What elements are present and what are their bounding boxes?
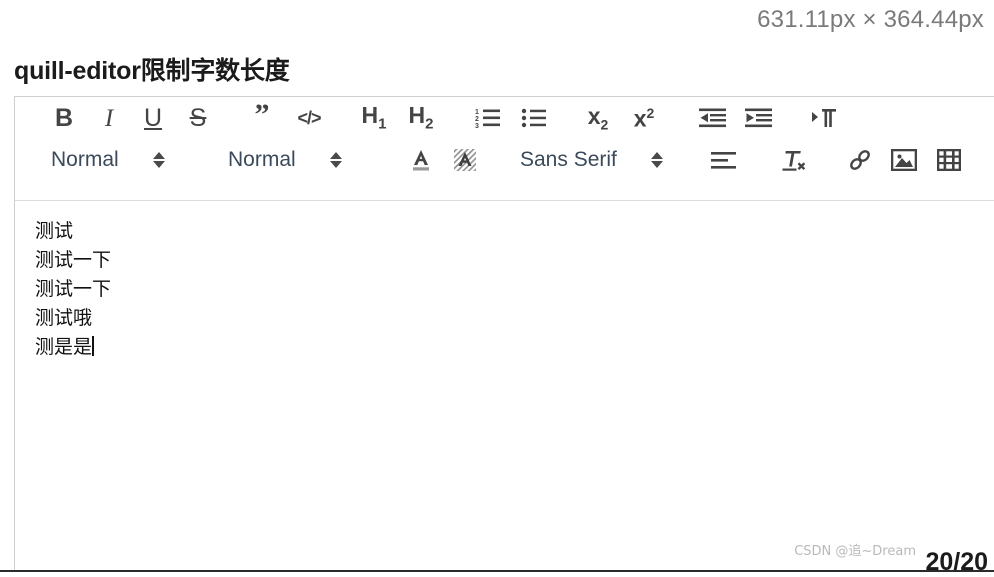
- chevron-updown-icon: [650, 152, 663, 168]
- superscript-icon[interactable]: x2: [628, 103, 660, 133]
- header2-icon[interactable]: H2: [404, 103, 438, 133]
- code-icon[interactable]: </>: [293, 103, 325, 133]
- underline-icon[interactable]: U: [140, 103, 166, 133]
- clean-format-icon[interactable]: [778, 145, 808, 175]
- quill-editor-container: B I U S ” </> H1 H2 1 2 3 x2 x2 Normal N…: [14, 96, 994, 571]
- outdent-icon[interactable]: [697, 103, 729, 133]
- size-select[interactable]: Normal: [51, 145, 165, 175]
- bullet-list-icon[interactable]: [519, 103, 549, 133]
- image-icon[interactable]: [889, 145, 919, 175]
- bottom-rule: [0, 570, 994, 572]
- bold-glyph: B: [54, 103, 74, 132]
- code-glyph: </>: [297, 108, 321, 128]
- text-cursor: [92, 336, 95, 356]
- toolbar-row-selects: Normal Normal Sans Serif: [15, 145, 994, 197]
- header1-glyph: H1: [361, 102, 387, 133]
- element-size-overlay: 631.11px × 364.44px: [757, 6, 984, 33]
- indent-icon[interactable]: [743, 103, 775, 133]
- header2-glyph: H2: [408, 102, 434, 133]
- font-select-value: Sans Serif: [520, 148, 617, 171]
- editor-line: 测试一下: [35, 278, 112, 300]
- editor-line: 测试一下: [35, 249, 112, 271]
- svg-text:3: 3: [475, 123, 479, 129]
- link-icon[interactable]: [845, 145, 875, 175]
- bold-icon[interactable]: B: [51, 103, 77, 133]
- subscript-icon[interactable]: x2: [582, 103, 614, 133]
- editor-line: 测试: [35, 220, 74, 242]
- character-counter: 20/20: [925, 548, 988, 576]
- header-select[interactable]: Normal: [228, 145, 342, 175]
- chevron-updown-icon: [329, 152, 342, 168]
- background-color-icon[interactable]: [451, 145, 479, 175]
- strikethrough-glyph: S: [189, 103, 207, 132]
- header-select-value: Normal: [228, 148, 296, 171]
- text-color-icon[interactable]: [407, 145, 435, 175]
- strikethrough-icon[interactable]: S: [185, 103, 211, 133]
- svg-text:2: 2: [475, 116, 479, 123]
- quill-toolbar: B I U S ” </> H1 H2 1 2 3 x2 x2 Normal N…: [15, 97, 994, 201]
- editor-line-text: 测是是: [35, 336, 93, 358]
- blockquote-icon[interactable]: ”: [249, 98, 275, 133]
- subscript-glyph: x2: [587, 102, 609, 133]
- ordered-list-icon[interactable]: 1 2 3: [473, 103, 503, 133]
- quill-editor-body[interactable]: 测试 测试一下 测试一下 测试哦 测是是: [15, 201, 994, 569]
- blockquote-glyph: ”: [254, 98, 270, 131]
- italic-icon[interactable]: I: [96, 103, 122, 133]
- italic-glyph: I: [104, 104, 114, 132]
- size-select-value: Normal: [51, 148, 119, 171]
- editor-line: 测试哦: [35, 307, 93, 329]
- page-title: quill-editor限制字数长度: [14, 56, 290, 85]
- superscript-glyph: x2: [633, 104, 655, 132]
- font-select[interactable]: Sans Serif: [520, 145, 663, 175]
- underline-glyph: U: [143, 103, 163, 132]
- video-icon[interactable]: [934, 145, 964, 175]
- align-icon[interactable]: [709, 145, 739, 175]
- svg-text:1: 1: [475, 109, 479, 116]
- header1-icon[interactable]: H1: [357, 103, 391, 133]
- chevron-updown-icon: [152, 152, 165, 168]
- editor-line-active: 测是是: [35, 333, 993, 362]
- direction-rtl-icon[interactable]: [808, 103, 842, 133]
